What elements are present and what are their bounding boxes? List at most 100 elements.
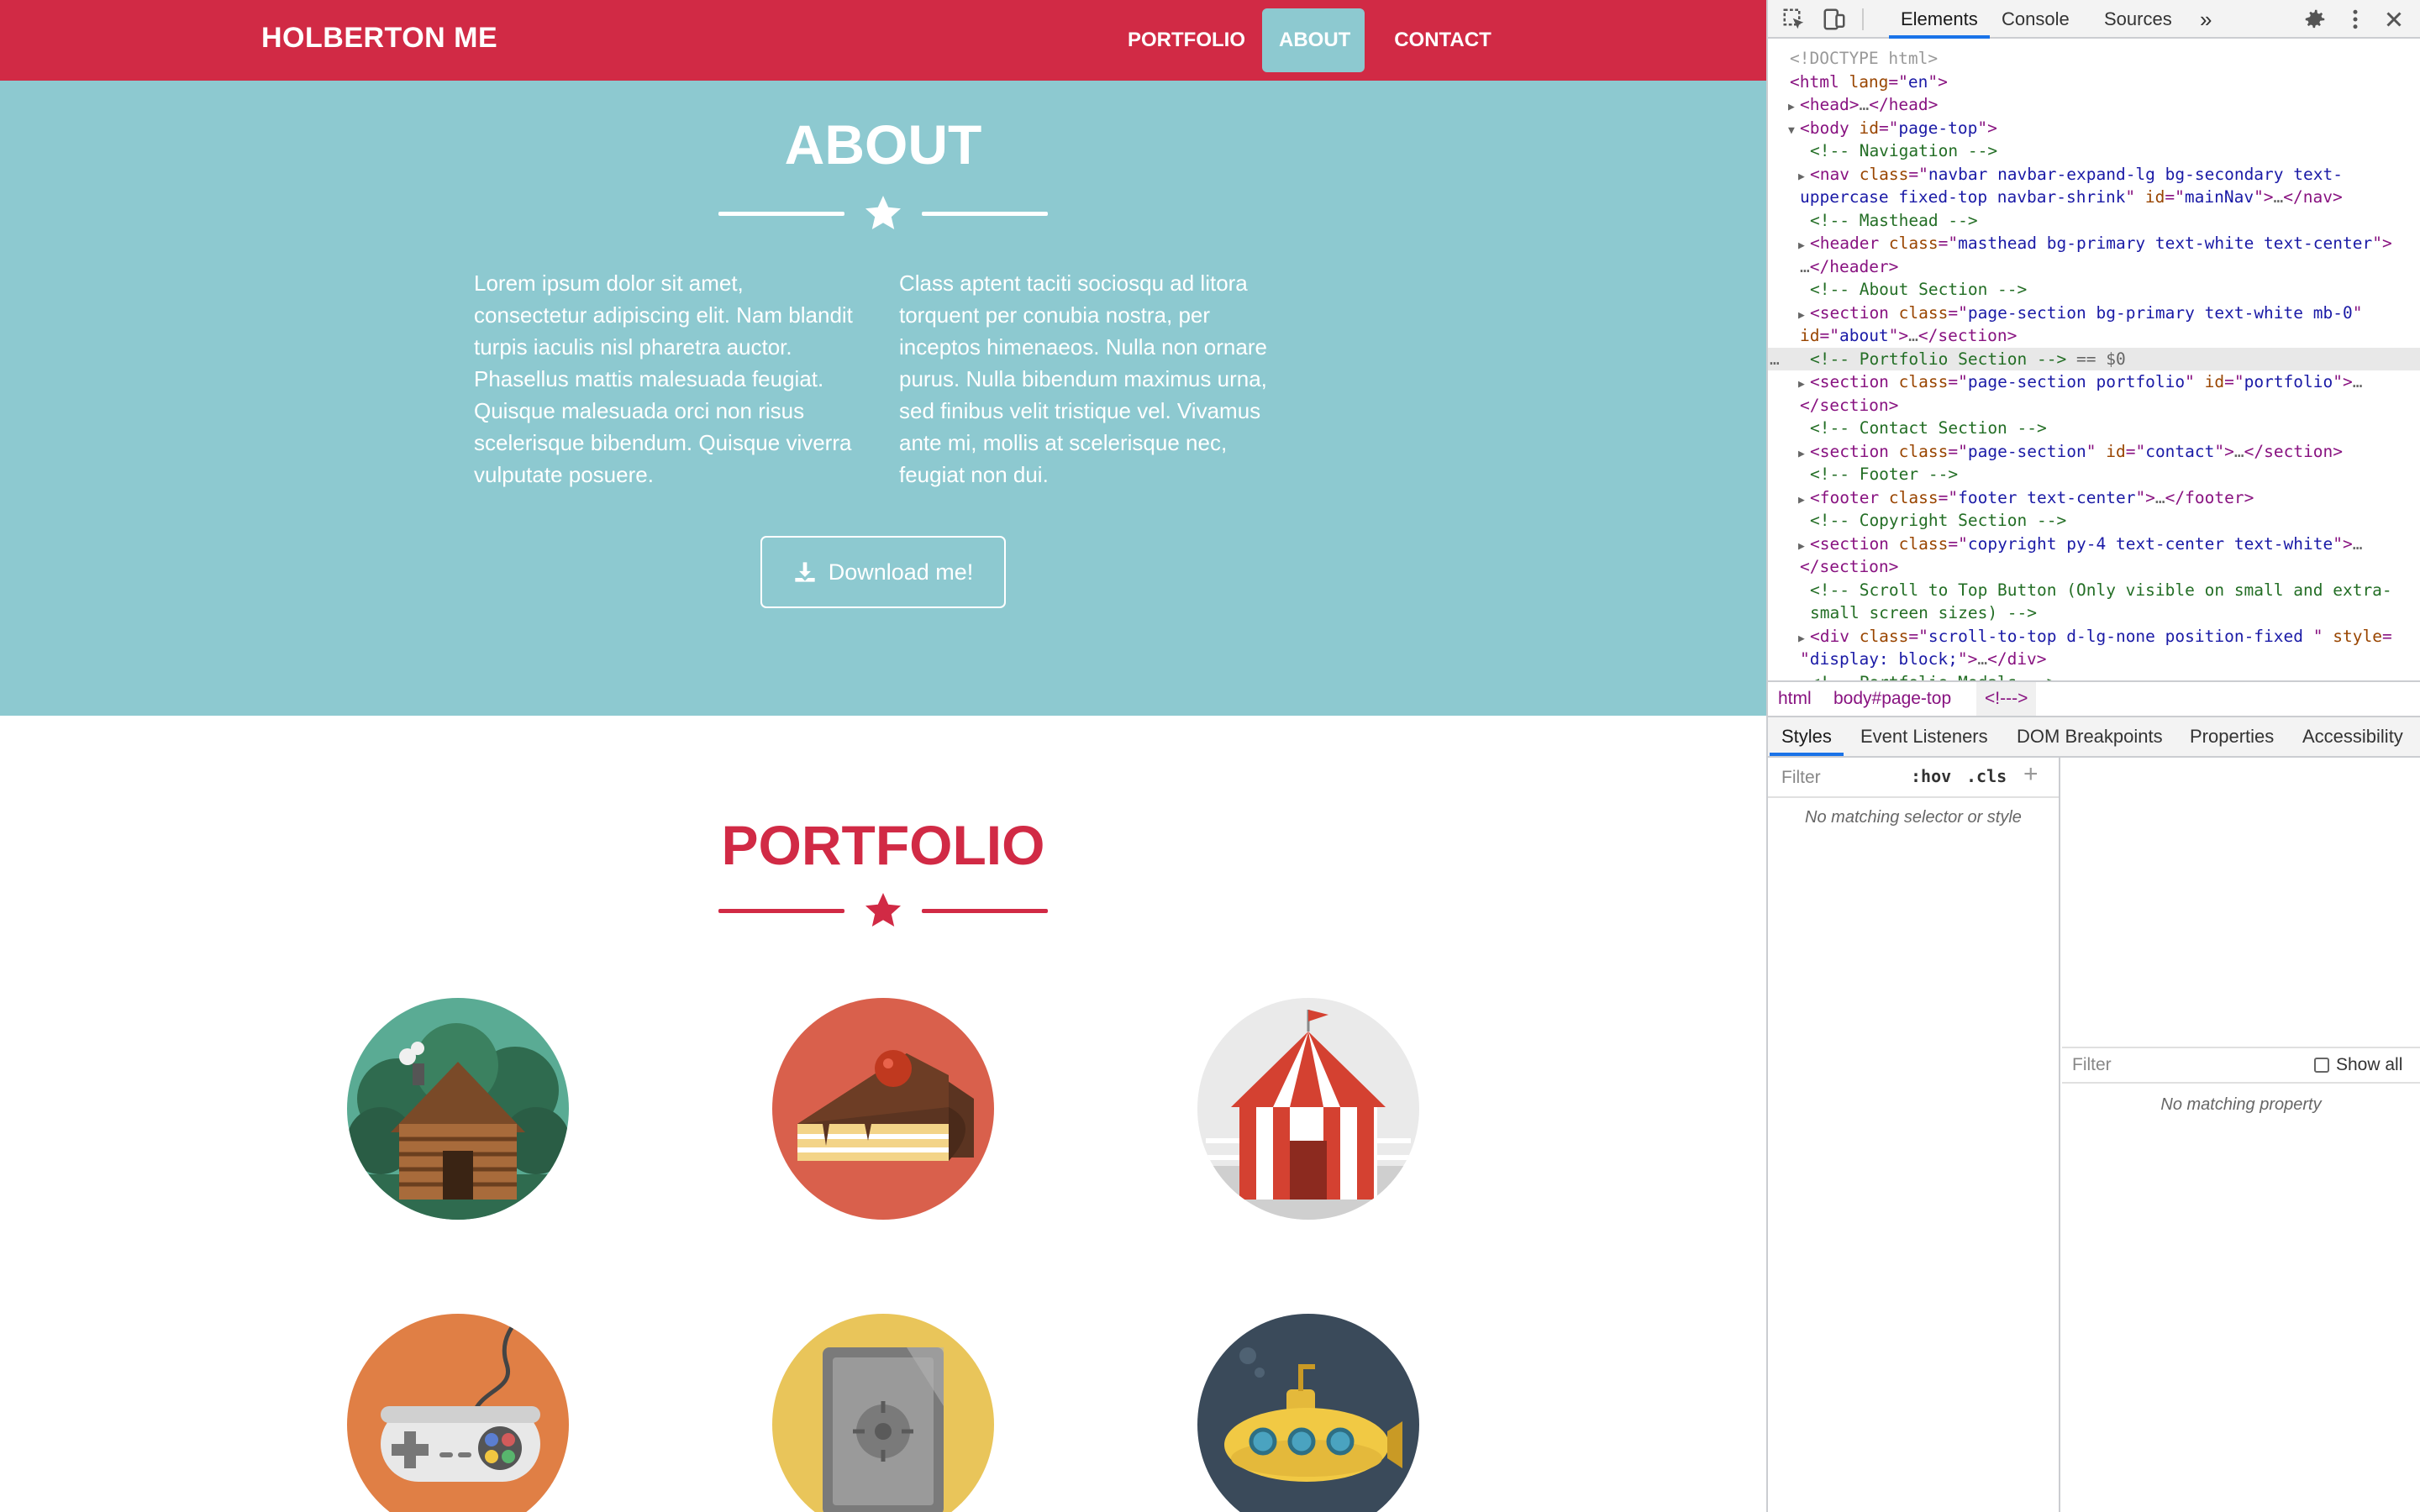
dom-token-tag: "> bbox=[1888, 326, 1909, 345]
settings-gear-icon[interactable] bbox=[2302, 7, 2328, 32]
dom-line[interactable]: <!-- Portfolio Modals --> bbox=[1768, 671, 2420, 681]
dom-line[interactable]: </section> bbox=[1768, 555, 2420, 579]
dom-token-tag: <nav bbox=[1810, 164, 1860, 184]
dom-token-tag: <section bbox=[1810, 372, 1899, 391]
expand-triangle-icon[interactable]: ▶ bbox=[1798, 443, 1810, 466]
dom-line[interactable]: id="about">…</section> bbox=[1768, 324, 2420, 348]
dom-token-tag: =" bbox=[2165, 187, 2185, 207]
dom-line[interactable]: uppercase fixed-top navbar-shrink" id="m… bbox=[1768, 186, 2420, 209]
expand-triangle-icon[interactable]: ▶ bbox=[1798, 535, 1810, 559]
dom-line[interactable]: ▶ <section class="copyright py-4 text-cen… bbox=[1768, 533, 2420, 559]
dom-line[interactable]: ▶ <footer class="footer text-center">…</f… bbox=[1768, 486, 2420, 512]
dom-line[interactable]: ▼ <body id="page-top"> bbox=[1768, 117, 2420, 143]
nav-portfolio[interactable]: PORTFOLIO bbox=[1111, 8, 1250, 72]
expand-triangle-icon[interactable]: ▶ bbox=[1798, 489, 1810, 512]
circus-tent-icon bbox=[1197, 998, 1419, 1220]
dom-token-dim: … bbox=[1977, 649, 1988, 669]
portfolio-item-submarine[interactable] bbox=[1113, 1284, 1504, 1512]
download-button[interactable]: Download me! bbox=[760, 536, 1006, 608]
nav-about[interactable]: ABOUT bbox=[1262, 8, 1365, 72]
portfolio-item-game[interactable] bbox=[262, 1284, 654, 1512]
dom-line[interactable]: <!-- Footer --> bbox=[1768, 463, 2420, 486]
dom-line[interactable]: ▶ <nav class="navbar navbar-expand-lg bg-… bbox=[1768, 163, 2420, 189]
collapse-triangle-icon[interactable]: ▼ bbox=[1788, 119, 1800, 143]
more-options-icon[interactable] bbox=[2343, 7, 2368, 32]
show-all-checkbox[interactable] bbox=[2314, 1058, 2329, 1073]
dom-token-dim: … bbox=[1800, 256, 1810, 276]
tab-accessibility[interactable]: Accessibility bbox=[2302, 717, 2403, 756]
crumb-body[interactable]: body#page-top bbox=[1833, 682, 1951, 716]
styles-filter-input[interactable]: Filter bbox=[1778, 764, 1904, 791]
dom-token-dim: … bbox=[2233, 441, 2244, 461]
dom-token-comment: <!-- About Section --> bbox=[1810, 280, 2028, 299]
dom-token-dim: … bbox=[2154, 487, 2165, 507]
show-all-toggle[interactable]: Show all bbox=[2314, 1055, 2402, 1075]
computed-filter-input[interactable]: Filter bbox=[2072, 1055, 2112, 1075]
dom-line[interactable]: <!-- Scroll to Top Button (Only visible … bbox=[1768, 579, 2420, 602]
tab-properties[interactable]: Properties bbox=[2190, 717, 2274, 756]
dom-line[interactable]: ▶ <section class="page-section portfolio"… bbox=[1768, 370, 2420, 396]
dom-line[interactable]: ▶ <section class="page-section" id="conta… bbox=[1768, 440, 2420, 466]
dom-line[interactable]: "display: block;">…</div> bbox=[1768, 648, 2420, 671]
computed-filter-row: Filter Show all bbox=[2062, 1047, 2420, 1084]
dom-token-attr: id bbox=[1859, 118, 1879, 138]
selected-node-ellipsis[interactable]: … bbox=[1770, 348, 1780, 371]
tab-elements[interactable]: Elements bbox=[1889, 0, 1990, 39]
tab-console[interactable]: Console bbox=[2002, 0, 2070, 39]
dom-line[interactable]: <!-- Copyright Section --> bbox=[1768, 509, 2420, 533]
expand-triangle-icon[interactable]: ▶ bbox=[1798, 234, 1810, 258]
dom-line[interactable]: <!-- About Section --> bbox=[1768, 278, 2420, 302]
dom-token-attr: id bbox=[2106, 441, 2126, 461]
game-controller-icon bbox=[347, 1314, 569, 1512]
hov-toggle[interactable]: :hov bbox=[1911, 766, 1951, 786]
tab-event-listeners[interactable]: Event Listeners bbox=[1860, 717, 1988, 756]
lower-tabs: Styles Event Listeners DOM Breakpoints P… bbox=[1768, 717, 2420, 758]
portfolio-item-circus[interactable] bbox=[1113, 968, 1504, 1248]
device-toolbar-icon[interactable] bbox=[1822, 7, 1847, 32]
dom-line[interactable]: </section> bbox=[1768, 394, 2420, 417]
dom-line[interactable]: <html lang="en"> bbox=[1768, 71, 2420, 94]
dom-line[interactable]: ▶ <section class="page-section bg-primary… bbox=[1768, 302, 2420, 328]
dom-line[interactable]: <!-- Navigation --> bbox=[1768, 139, 2420, 163]
dom-line[interactable]: <!-- Contact Section --> bbox=[1768, 417, 2420, 440]
portfolio-item-cake[interactable] bbox=[687, 968, 1079, 1248]
close-devtools-icon[interactable] bbox=[2381, 7, 2407, 32]
tab-dom-breakpoints[interactable]: DOM Breakpoints bbox=[2017, 717, 2163, 756]
tab-sources[interactable]: Sources bbox=[2104, 0, 2172, 39]
expand-triangle-icon[interactable]: ▶ bbox=[1788, 96, 1800, 119]
crumb-comment[interactable]: <!---> bbox=[1976, 682, 2037, 716]
expand-triangle-icon[interactable]: ▶ bbox=[1798, 165, 1810, 189]
star-icon bbox=[865, 196, 901, 229]
expand-triangle-icon[interactable]: ▶ bbox=[1798, 304, 1810, 328]
expand-triangle-icon[interactable]: ▶ bbox=[1798, 627, 1810, 651]
portfolio-item-safe[interactable] bbox=[687, 1284, 1079, 1512]
crumb-html[interactable]: html bbox=[1778, 682, 1812, 716]
dom-tree[interactable]: <!DOCTYPE html> <html lang="en"> ▶ <head>…<… bbox=[1768, 40, 2420, 680]
dom-line[interactable]: ▶ <header class="masthead bg-primary text… bbox=[1768, 232, 2420, 258]
dom-token-comment: <!-- Copyright Section --> bbox=[1810, 511, 2067, 530]
cls-toggle[interactable]: .cls bbox=[1966, 766, 2007, 786]
dom-line[interactable]: ▶ <head>…</head> bbox=[1768, 93, 2420, 119]
new-style-rule-icon[interactable]: + bbox=[2023, 762, 2047, 787]
expand-triangle-icon[interactable]: ▶ bbox=[1798, 373, 1810, 396]
more-tabs-button[interactable]: » bbox=[2200, 0, 2212, 39]
dom-line[interactable]: …</header> bbox=[1768, 255, 2420, 279]
brand-link[interactable]: HOLBERTON ME bbox=[261, 22, 497, 55]
dom-token-tag: <div bbox=[1810, 626, 1860, 646]
dom-token-tag: "> bbox=[2333, 533, 2353, 554]
inspect-element-icon[interactable] bbox=[1781, 7, 1807, 32]
dom-line[interactable]: small screen sizes) --> bbox=[1768, 601, 2420, 625]
tab-styles[interactable]: Styles bbox=[1770, 717, 1844, 756]
dom-line[interactable]: <!DOCTYPE html> bbox=[1768, 47, 2420, 71]
portfolio-item-cabin[interactable] bbox=[262, 968, 654, 1248]
dom-token-dim: … bbox=[2352, 372, 2363, 391]
styles-pane: Filter :hov .cls + No matching selector … bbox=[1768, 758, 2060, 1512]
nav-contact[interactable]: CONTACT bbox=[1371, 8, 1514, 72]
show-all-label: Show all bbox=[2336, 1055, 2403, 1074]
about-section: ABOUT Lorem ipsum dolor sit amet, consec… bbox=[0, 81, 1766, 716]
dom-line[interactable]: <!-- Masthead --> bbox=[1768, 209, 2420, 233]
dom-line[interactable]: ▶ <div class="scroll-to-top d-lg-none pos… bbox=[1768, 625, 2420, 651]
dom-line-selected[interactable]: … <!-- Portfolio Section --> == $0 bbox=[1768, 347, 2420, 371]
dom-token-tag: </section> bbox=[1800, 557, 1899, 576]
dom-token-tag: =" bbox=[1938, 487, 1959, 507]
